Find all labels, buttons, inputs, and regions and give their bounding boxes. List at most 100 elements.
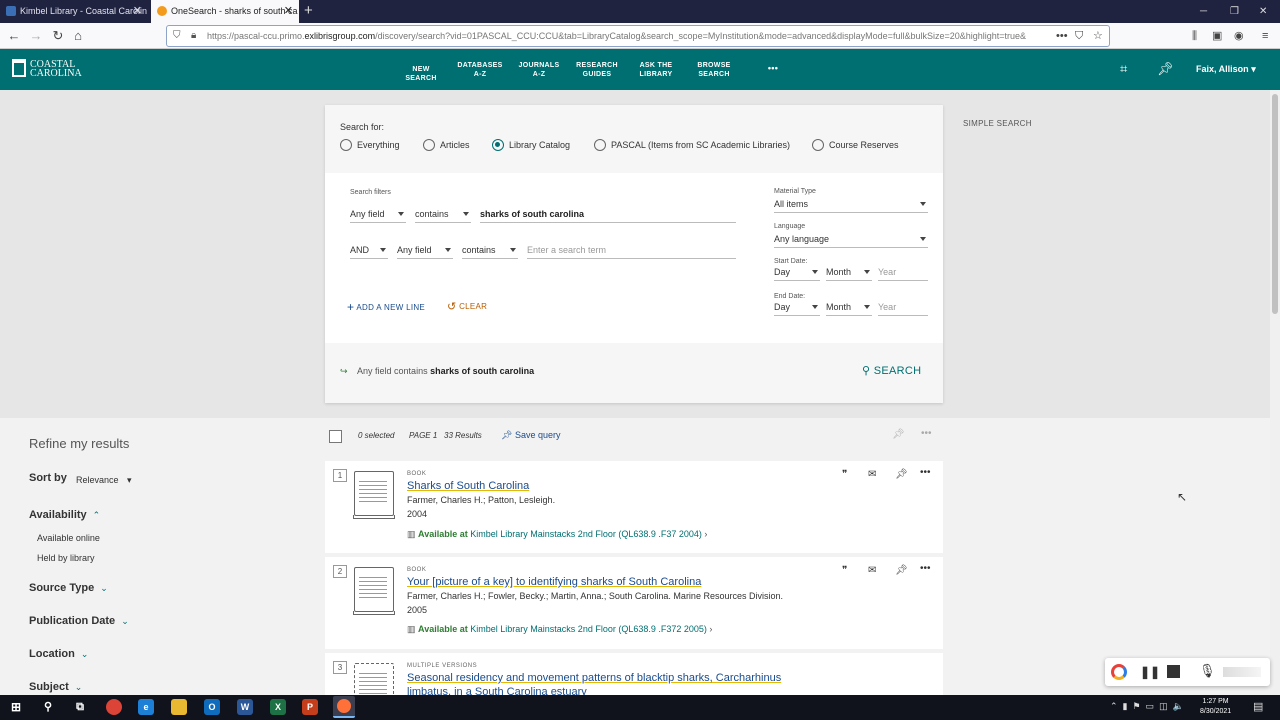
menu-icon[interactable]: ≡ (1262, 26, 1268, 46)
page-actions-icon[interactable]: ••• (1056, 26, 1068, 46)
address-bar[interactable]: ⛉ 🔒︎ https://pascal-ccu.primo.exlibrisgr… (166, 25, 1110, 47)
qr-scan-icon[interactable]: ⌗ (1120, 61, 1127, 77)
scope-pascal[interactable]: PASCAL (Items from SC Academic Libraries… (594, 139, 790, 151)
word-icon[interactable]: W (237, 699, 253, 715)
citation-icon[interactable]: ❞ (842, 565, 847, 576)
menu-browse-search[interactable]: BROWSE SEARCH (690, 61, 738, 79)
close-tab-icon[interactable]: ✕ (133, 0, 142, 23)
forward-icon[interactable]: → (26, 26, 46, 46)
menu-ask-library[interactable]: ASK THE LIBRARY (632, 61, 680, 79)
new-tab-button[interactable]: + (304, 0, 313, 22)
result-title[interactable]: Sharks of South Carolina (407, 480, 529, 492)
close-tab-icon[interactable]: ✕ (284, 0, 293, 23)
result-title-cont[interactable]: limbatus, in a South Carolina estuary (407, 686, 587, 695)
microphone-icon[interactable]: 🎙︎ (1199, 663, 1216, 679)
start-day-select[interactable]: Day (774, 265, 820, 281)
pocket-icon[interactable]: ⛉ (1075, 26, 1083, 46)
multiple-versions-icon[interactable] (354, 663, 394, 695)
lock-icon[interactable]: 🔒︎ (191, 26, 196, 46)
pin-icon[interactable]: 📌︎ (895, 469, 908, 480)
browser-tab-onesearch[interactable]: OneSearch - sharks of south ca ✕ (151, 0, 299, 23)
more-actions-icon[interactable]: ••• (920, 563, 931, 574)
book-thumbnail-icon[interactable] (353, 567, 395, 615)
menu-new-search[interactable]: NEW SEARCH (397, 65, 445, 83)
facet-held-by-library[interactable]: Held by library (37, 553, 95, 563)
account-icon[interactable]: ◉ (1234, 26, 1244, 46)
boolean-select[interactable]: AND (350, 243, 388, 259)
start-year-input[interactable]: Year (878, 265, 928, 281)
scroll-thumb[interactable] (1272, 94, 1278, 314)
operator-select-2[interactable]: contains (462, 243, 518, 259)
powerpoint-icon[interactable]: P (302, 699, 318, 715)
firefox-icon[interactable] (333, 696, 355, 718)
language-select[interactable]: Any language (774, 232, 928, 248)
search-icon[interactable]: ⚲ (40, 699, 56, 715)
excel-icon[interactable]: X (270, 699, 286, 715)
user-menu[interactable]: Faix, Allison ▾ (1196, 64, 1256, 75)
scope-library-catalog[interactable]: Library Catalog (492, 139, 570, 151)
pin-all-icon[interactable]: 📌︎ (892, 429, 905, 440)
scope-course-reserves[interactable]: Course Reserves (812, 139, 899, 151)
pause-icon[interactable]: ❚❚ (1140, 665, 1160, 679)
availability-line[interactable]: ▥ Available at Kimbel Library Mainstacks… (407, 529, 707, 540)
clear-button[interactable]: ↺ CLEAR (447, 300, 487, 313)
citation-icon[interactable]: ❞ (842, 469, 847, 480)
back-icon[interactable]: ← (4, 26, 24, 46)
library-icon[interactable]: ⫼ (1192, 26, 1197, 46)
pin-icon[interactable]: 📌︎ (1157, 61, 1174, 77)
availability-line[interactable]: ▥ Available at Kimbel Library Mainstacks… (407, 624, 712, 635)
file-explorer-icon[interactable] (171, 699, 187, 715)
bookmark-star-icon[interactable]: ☆ (1093, 26, 1103, 46)
material-type-select[interactable]: All items (774, 197, 928, 213)
sort-select[interactable]: Relevance ▾ (76, 475, 132, 486)
system-tray-icons[interactable]: ⌃▮⚑▭◫🔈 (1110, 701, 1189, 712)
notifications-icon[interactable]: ▤ (1253, 700, 1263, 713)
end-month-select[interactable]: Month (826, 300, 872, 316)
home-icon[interactable]: ⌂ (68, 26, 88, 46)
close-window-button[interactable]: ✕ (1259, 0, 1267, 23)
end-day-select[interactable]: Day (774, 300, 820, 316)
scope-everything[interactable]: Everything (340, 139, 400, 151)
windows-start-icon[interactable]: ⊞ (8, 699, 24, 715)
save-query-button[interactable]: 📌︎ Save query (501, 430, 560, 441)
facet-available-online[interactable]: Available online (37, 533, 100, 543)
operator-select-1[interactable]: contains (415, 207, 471, 223)
more-actions-icon[interactable]: ••• (921, 428, 932, 439)
facet-publication-date[interactable]: Publication Date ⌄ (29, 615, 129, 627)
facet-source-type[interactable]: Source Type ⌄ (29, 582, 108, 594)
page-scrollbar[interactable] (1270, 90, 1280, 695)
facet-availability[interactable]: Availability ⌃ (29, 509, 100, 521)
sidebar-icon[interactable]: ▣ (1212, 26, 1222, 46)
result-item-1[interactable]: 1 BOOK Sharks of South Carolina Farmer, … (325, 461, 943, 553)
task-view-icon[interactable]: ⧉ (72, 699, 88, 715)
more-menu-icon[interactable]: ••• (760, 64, 786, 73)
email-icon[interactable]: ✉ (868, 469, 876, 480)
maximize-button[interactable]: ❐ (1230, 0, 1239, 23)
menu-databases[interactable]: DATABASES A-Z (456, 61, 504, 79)
search-term-input-2[interactable]: Enter a search term (527, 243, 736, 259)
result-title[interactable]: Your [picture of a key] to identifying s… (407, 576, 701, 588)
browser-tab-kimbel[interactable]: Kimbel Library - Coastal Carolin ✕ (0, 0, 148, 23)
chrome-icon[interactable] (106, 699, 122, 715)
facet-subject[interactable]: Subject ⌄ (29, 681, 82, 693)
menu-journals[interactable]: JOURNALS A-Z (515, 61, 563, 79)
end-year-input[interactable]: Year (878, 300, 928, 316)
taskbar-clock[interactable]: 1:27 PM 8/30/2021 (1200, 697, 1231, 717)
outlook-icon[interactable]: O (204, 699, 220, 715)
email-icon[interactable]: ✉ (868, 565, 876, 576)
book-thumbnail-icon[interactable] (353, 471, 395, 519)
select-all-checkbox[interactable] (329, 430, 342, 443)
result-title[interactable]: Seasonal residency and movement patterns… (407, 672, 781, 684)
simple-search-link[interactable]: SIMPLE SEARCH (963, 119, 1032, 128)
search-term-input-1[interactable]: sharks of south carolina (480, 207, 736, 223)
more-actions-icon[interactable]: ••• (920, 467, 931, 478)
scope-articles[interactable]: Articles (423, 139, 470, 151)
stop-icon[interactable] (1167, 665, 1180, 678)
shield-icon[interactable]: ⛉ (173, 26, 181, 46)
result-item-3[interactable]: 3 MULTIPLE VERSIONS Seasonal residency a… (325, 653, 943, 695)
field-select-2[interactable]: Any field (397, 243, 453, 259)
minimize-button[interactable]: ─ (1200, 0, 1207, 23)
reload-icon[interactable]: ↻ (48, 26, 68, 46)
facet-location[interactable]: Location ⌄ (29, 648, 88, 660)
search-button[interactable]: ⚲ SEARCH (862, 364, 921, 377)
